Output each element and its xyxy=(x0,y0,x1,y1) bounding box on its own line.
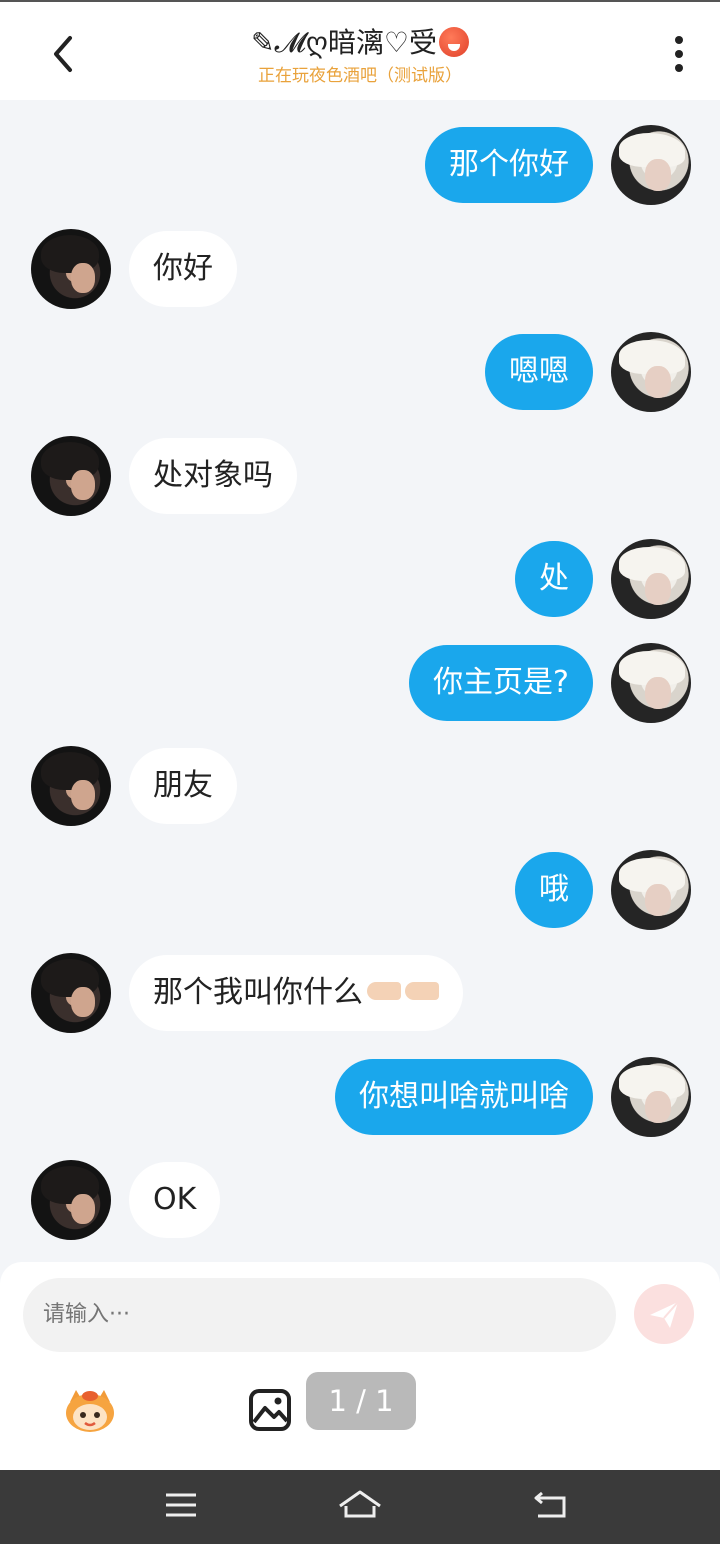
incoming-message-bubble[interactable]: OK xyxy=(129,1162,221,1238)
outgoing-message-bubble[interactable]: 那个你好 xyxy=(425,127,593,203)
send-button[interactable] xyxy=(634,1284,694,1344)
message-row: 朋友 xyxy=(0,746,720,826)
message-row: 你好 xyxy=(0,229,720,309)
image-icon[interactable] xyxy=(248,1388,292,1432)
incoming-message-bubble[interactable]: 处对象吗 xyxy=(129,438,297,514)
contact-avatar[interactable] xyxy=(31,953,111,1033)
message-row: 处对象吗 xyxy=(0,436,720,516)
own-avatar[interactable] xyxy=(611,643,691,723)
message-row: 你想叫啥就叫啥 xyxy=(0,1057,720,1137)
hot-face-emoji-icon xyxy=(438,27,469,57)
own-avatar[interactable] xyxy=(611,1057,691,1137)
paper-plane-icon xyxy=(650,1301,679,1328)
own-avatar[interactable] xyxy=(611,125,691,205)
message-row: 处 xyxy=(0,539,720,619)
chat-title-text: ✎𝓜ღ暗漓♡受 xyxy=(251,26,437,59)
back-icon[interactable] xyxy=(528,1486,572,1526)
home-icon[interactable] xyxy=(336,1486,384,1526)
contact-avatar[interactable] xyxy=(31,746,111,826)
message-row: 那个你好 xyxy=(0,125,720,205)
outgoing-message-bubble[interactable]: 哦 xyxy=(515,852,593,928)
own-avatar[interactable] xyxy=(611,850,691,930)
message-input[interactable] xyxy=(23,1278,616,1352)
more-vertical-icon[interactable] xyxy=(664,32,694,76)
composer: 1 / 1 xyxy=(0,1262,720,1470)
message-row: 哦 xyxy=(0,850,720,930)
pointing-hand-emoji-icon xyxy=(405,982,439,1000)
incoming-message-bubble[interactable]: 那个我叫你什么 xyxy=(129,955,463,1031)
message-row: 你主页是? xyxy=(0,643,720,723)
chat-title: ✎𝓜ღ暗漓♡受 xyxy=(0,24,720,62)
contact-avatar[interactable] xyxy=(31,229,111,309)
incoming-message-bubble[interactable]: 朋友 xyxy=(129,748,237,824)
outgoing-message-bubble[interactable]: 你主页是? xyxy=(409,645,593,721)
menu-icon[interactable] xyxy=(158,1486,202,1526)
message-row: OK xyxy=(0,1160,720,1240)
contact-avatar[interactable] xyxy=(31,1160,111,1240)
own-avatar[interactable] xyxy=(611,332,691,412)
outgoing-message-bubble[interactable]: 处 xyxy=(515,541,593,617)
message-row: 那个我叫你什么 xyxy=(0,953,720,1033)
own-avatar[interactable] xyxy=(611,539,691,619)
pointing-hand-emoji-icon xyxy=(367,982,401,1000)
message-row: 嗯嗯 xyxy=(0,332,720,412)
message-text: 那个我叫你什么 xyxy=(153,975,363,1010)
chat-header: ✎𝓜ღ暗漓♡受 正在玩夜色酒吧（测试版） xyxy=(0,0,720,100)
incoming-message-bubble[interactable]: 你好 xyxy=(129,231,237,307)
title-block: ✎𝓜ღ暗漓♡受 正在玩夜色酒吧（测试版） xyxy=(0,24,720,88)
outgoing-message-bubble[interactable]: 你想叫啥就叫啥 xyxy=(335,1059,593,1135)
system-navigation-bar xyxy=(0,1470,720,1544)
message-list[interactable]: 那个你好 你好 嗯嗯 处对象吗 处 你主页是? 朋友 哦 那个我叫你什么 你想叫… xyxy=(0,100,720,1260)
outgoing-message-bubble[interactable]: 嗯嗯 xyxy=(485,334,593,410)
contact-avatar[interactable] xyxy=(31,436,111,516)
chat-subtitle: 正在玩夜色酒吧（测试版） xyxy=(258,66,462,86)
page-indicator-badge: 1 / 1 xyxy=(306,1372,416,1430)
mascot-emoji-icon[interactable] xyxy=(62,1386,118,1434)
